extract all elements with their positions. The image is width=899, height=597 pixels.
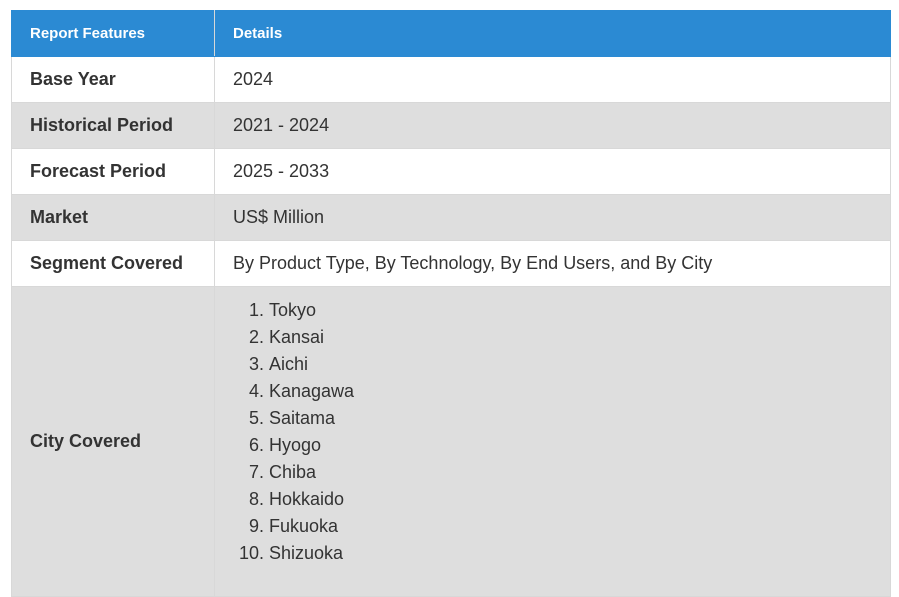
row-detail-value: 2024 (214, 56, 891, 103)
table-row-base-year: Base Year 2024 (11, 56, 891, 103)
row-feature-label: Historical Period (11, 102, 215, 149)
city-list: Tokyo Kansai Aichi Kanagawa Saitama Hyog… (233, 297, 872, 567)
row-feature-label: Forecast Period (11, 148, 215, 195)
city-list-item: Kansai (269, 324, 872, 351)
table-row-historical-period: Historical Period 2021 - 2024 (11, 102, 891, 149)
city-list-item: Aichi (269, 351, 872, 378)
city-list-item: Saitama (269, 405, 872, 432)
city-list-item: Fukuoka (269, 513, 872, 540)
header-report-features: Report Features (11, 10, 215, 57)
row-detail-value: US$ Million (214, 194, 891, 241)
city-list-item: Shizuoka (269, 540, 872, 567)
report-features-table-container: Report Features Details Base Year 2024 H… (11, 10, 891, 597)
report-features-table: Report Features Details Base Year 2024 H… (11, 10, 891, 597)
table-row-city-covered: City Covered Tokyo Kansai Aichi Kanagawa… (11, 286, 891, 597)
row-detail-value: 2025 - 2033 (214, 148, 891, 195)
city-list-item: Hokkaido (269, 486, 872, 513)
city-list-item: Chiba (269, 459, 872, 486)
table-row-forecast-period: Forecast Period 2025 - 2033 (11, 148, 891, 195)
city-list-cell: Tokyo Kansai Aichi Kanagawa Saitama Hyog… (214, 286, 891, 597)
city-list-item: Kanagawa (269, 378, 872, 405)
header-details: Details (214, 10, 891, 57)
row-feature-label: Market (11, 194, 215, 241)
row-feature-label: City Covered (11, 286, 215, 597)
row-feature-label: Base Year (11, 56, 215, 103)
row-detail-value: By Product Type, By Technology, By End U… (214, 240, 891, 287)
row-feature-label: Segment Covered (11, 240, 215, 287)
table-row-segment-covered: Segment Covered By Product Type, By Tech… (11, 240, 891, 287)
table-header-row: Report Features Details (11, 10, 891, 57)
city-list-item: Hyogo (269, 432, 872, 459)
city-list-item: Tokyo (269, 297, 872, 324)
row-detail-value: 2021 - 2024 (214, 102, 891, 149)
table-row-market: Market US$ Million (11, 194, 891, 241)
